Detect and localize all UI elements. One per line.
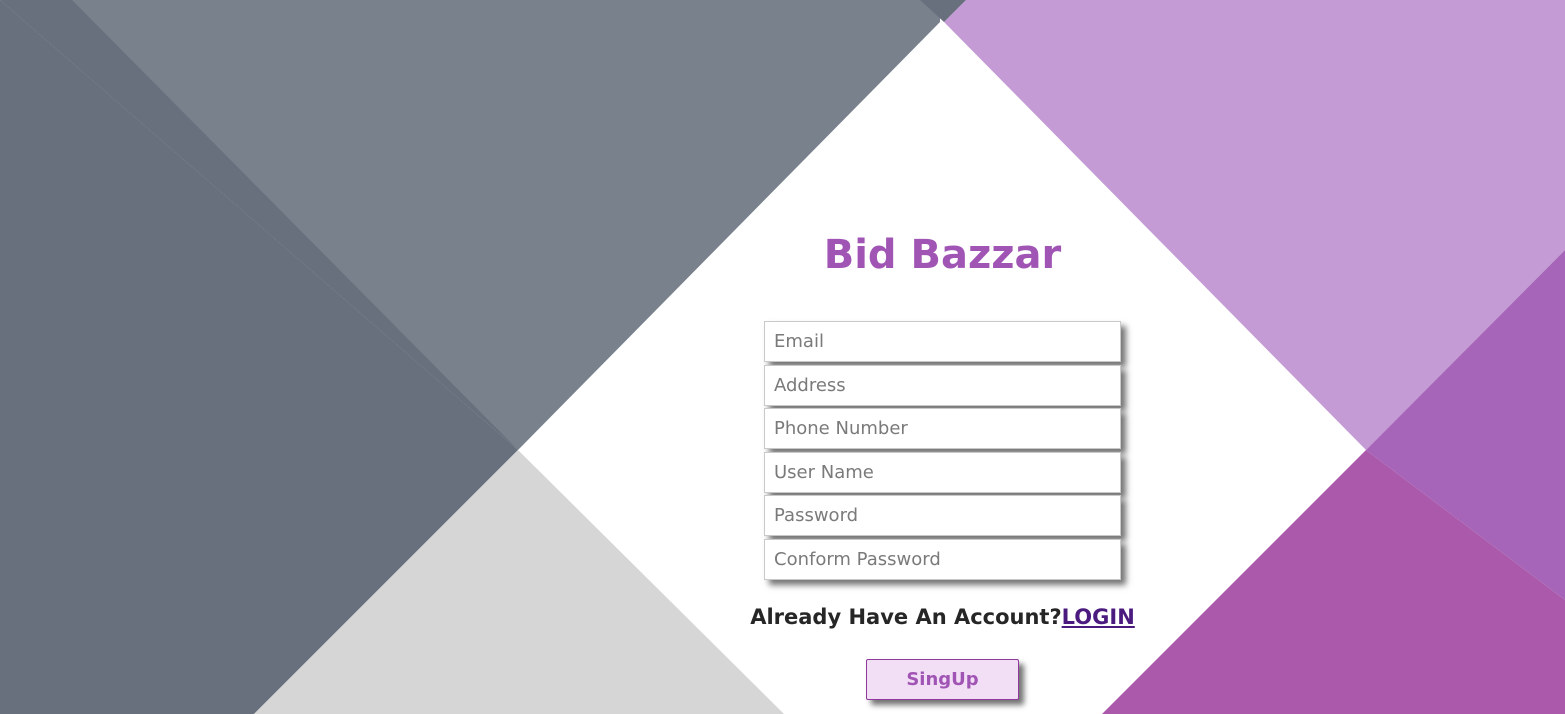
signup-page: Bid Bazzar Already Have An Account?LOGIN… (0, 0, 1565, 714)
address-field[interactable] (764, 364, 1121, 406)
password-field[interactable] (764, 495, 1121, 537)
signup-button[interactable]: SingUp (866, 659, 1019, 700)
username-field[interactable] (764, 451, 1121, 493)
login-link[interactable]: LOGIN (1062, 605, 1135, 629)
signup-form (764, 321, 1121, 583)
phone-number-field[interactable] (764, 408, 1121, 450)
confirm-password-field[interactable] (764, 538, 1121, 580)
account-prompt-text: Already Have An Account? (750, 605, 1062, 629)
login-prompt: Already Have An Account?LOGIN (0, 605, 1565, 629)
app-title: Bid Bazzar (823, 232, 1062, 278)
email-field[interactable] (764, 321, 1121, 362)
